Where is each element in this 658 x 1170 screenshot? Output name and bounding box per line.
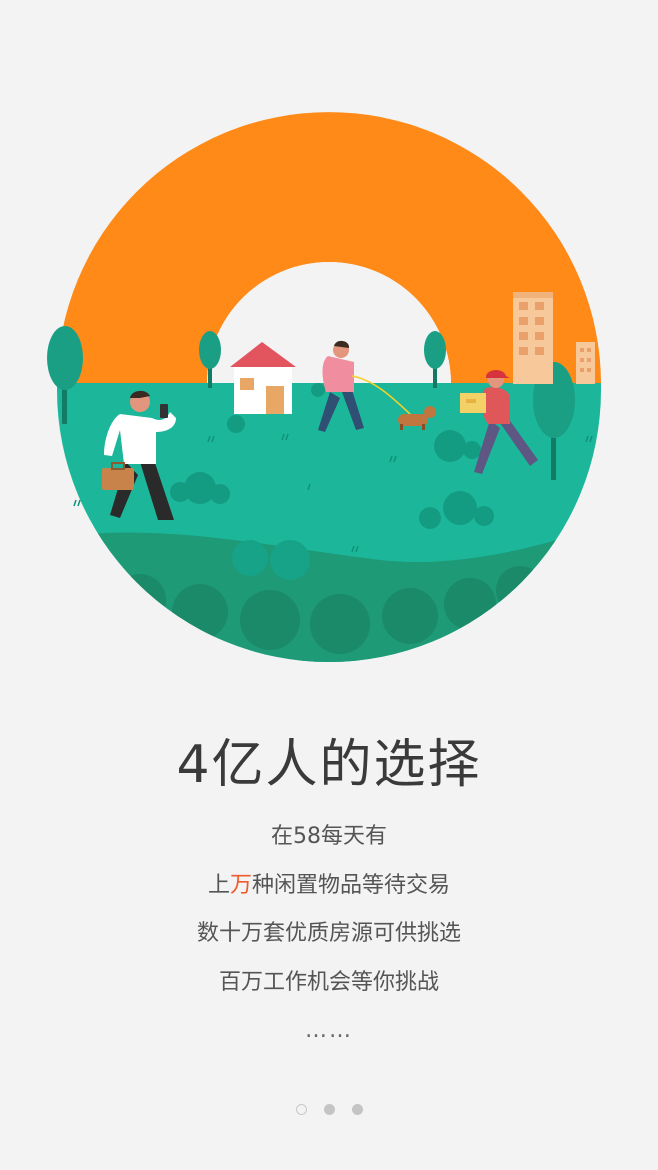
intro-ellipsis: …… <box>305 1018 353 1043</box>
onboarding-illustration <box>47 112 601 662</box>
page-dot-2[interactable] <box>323 1104 335 1115</box>
intro-line-2-suffix: 种闲置物品等待交易 <box>252 872 451 898</box>
intro-line-1: 在58每天有 <box>271 824 387 849</box>
building-small <box>576 342 595 384</box>
intro-line-3: 数十万套优质房源可供挑选 <box>196 921 461 946</box>
headline: 4亿人的选择 <box>176 735 482 795</box>
page-dot-1[interactable] <box>295 1104 307 1115</box>
building-tall <box>513 292 553 384</box>
page-dot-3[interactable] <box>351 1104 363 1115</box>
highlight-word: 万 <box>229 872 252 898</box>
intro-line-2-prefix: 上 <box>207 872 230 898</box>
intro-line-2: 上万种闲置物品等待交易 <box>0 867 658 916</box>
intro-text: 在58每天有 上万种闲置物品等待交易 数十万套优质房源可供挑选 百万工作机会等你… <box>0 818 658 1061</box>
page-indicator <box>0 1104 658 1115</box>
intro-line-4: 百万工作机会等你挑战 <box>218 969 439 995</box>
